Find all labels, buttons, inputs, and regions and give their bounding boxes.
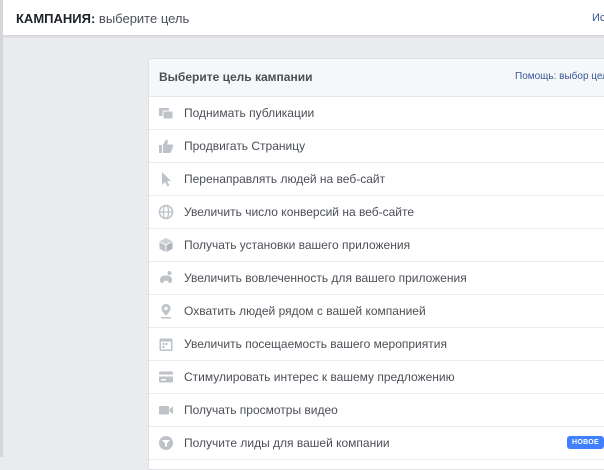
objective-app-installs[interactable]: Получать установки вашего приложения <box>149 229 604 262</box>
objective-website-clicks[interactable]: Перенаправлять людей на веб-сайт <box>149 163 604 196</box>
page-title-strong: КАМПАНИЯ: <box>16 11 96 26</box>
objective-label: Стимулировать интерес к вашему предложен… <box>184 370 455 384</box>
objective-label: Получать установки вашего приложения <box>184 238 411 252</box>
objective-label: Увеличить вовлеченность для вашего прило… <box>184 271 467 285</box>
header-right-link[interactable]: Ис <box>592 12 604 24</box>
objective-label: Охватить людей рядом с вашей компанией <box>184 304 426 318</box>
video-camera-icon <box>158 402 174 418</box>
header-divider <box>3 36 604 38</box>
thumbs-up-icon <box>158 138 174 154</box>
objective-app-engagement[interactable]: Увеличить вовлеченность для вашего прило… <box>149 262 604 295</box>
funnel-icon <box>158 435 174 451</box>
objective-label: Увеличить посещаемость вашего мероприяти… <box>184 337 447 351</box>
page-title-rest: выберите цель <box>95 11 190 26</box>
objective-lead-generation[interactable]: Получите лиды для вашей компании НОВОЕ <box>149 427 604 460</box>
objective-event-responses[interactable]: Увеличить посещаемость вашего мероприяти… <box>149 328 604 361</box>
location-pin-icon <box>158 303 174 319</box>
cursor-icon <box>158 171 174 187</box>
globe-icon <box>158 204 174 220</box>
objective-list: Поднимать публикации Продвигать Страницу… <box>149 97 604 460</box>
objective-local-awareness[interactable]: Охватить людей рядом с вашей компанией <box>149 295 604 328</box>
offer-icon <box>158 369 174 385</box>
joystick-icon <box>158 270 174 286</box>
help-link[interactable]: Помощь: выбор цели <box>515 71 604 82</box>
objective-label: Увеличить число конверсий на веб-сайте <box>184 205 415 219</box>
objective-video-views[interactable]: Получать просмотры видео <box>149 394 604 427</box>
objective-label: Продвигать Страницу <box>184 139 306 153</box>
top-header: КАМПАНИЯ: выберите цель Ис <box>3 0 604 36</box>
objective-offer-claims[interactable]: Стимулировать интерес к вашему предложен… <box>149 361 604 394</box>
objective-panel: Выберите цель кампании Помощь: выбор цел… <box>148 58 604 470</box>
objective-label: Получите лиды для вашей компании <box>184 436 390 450</box>
panel-title: Выберите цель кампании <box>159 70 313 84</box>
page-title: КАМПАНИЯ: выберите цель <box>16 11 189 26</box>
objective-label: Получать просмотры видео <box>184 403 338 417</box>
objective-label: Поднимать публикации <box>184 106 315 120</box>
boost-posts-icon <box>158 105 174 121</box>
objective-boost-posts[interactable]: Поднимать публикации <box>149 97 604 130</box>
objective-promote-page[interactable]: Продвигать Страницу <box>149 130 604 163</box>
objective-website-conversions[interactable]: Увеличить число конверсий на веб-сайте <box>149 196 604 229</box>
left-edge <box>0 0 3 457</box>
calendar-icon <box>158 336 174 352</box>
box-icon <box>158 237 174 253</box>
panel-header: Выберите цель кампании Помощь: выбор цел… <box>149 59 604 97</box>
new-badge: НОВОЕ <box>567 436 604 449</box>
objective-label: Перенаправлять людей на веб-сайт <box>184 172 386 186</box>
